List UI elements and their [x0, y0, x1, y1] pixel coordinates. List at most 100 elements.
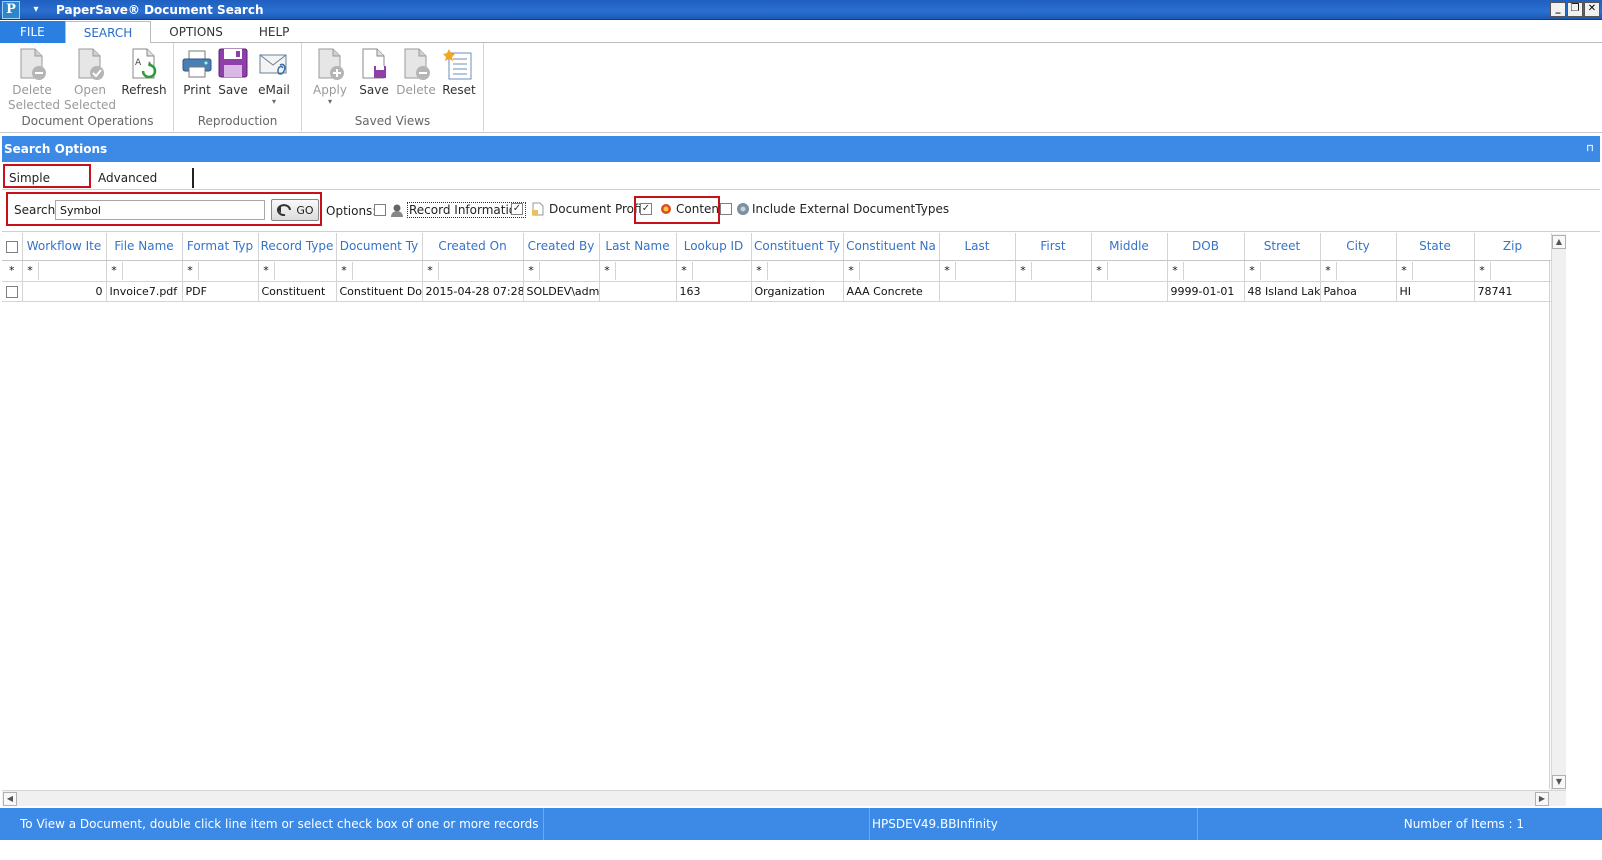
table-cell[interactable]: 48 Island Lake: [1244, 281, 1321, 302]
table-cell[interactable]: AAA Concrete: [843, 281, 940, 302]
filter-operator[interactable]: *: [844, 261, 860, 280]
search-input[interactable]: [55, 200, 265, 220]
filter-cell[interactable]: *: [106, 260, 183, 282]
refresh-button[interactable]: A Refresh: [120, 47, 168, 98]
filter-operator[interactable]: *: [1397, 261, 1413, 280]
delete-view-button[interactable]: Delete: [396, 47, 436, 98]
table-cell[interactable]: [939, 281, 1016, 302]
option-document-profile[interactable]: ✓ Document Profile: [511, 202, 652, 216]
filter-cell[interactable]: *: [843, 260, 940, 282]
column-header[interactable]: Created On: [422, 233, 524, 261]
table-cell[interactable]: 0: [22, 281, 107, 302]
filter-cell[interactable]: *: [523, 260, 600, 282]
app-logo-icon[interactable]: P: [2, 0, 20, 19]
filter-cell[interactable]: *: [1167, 260, 1245, 282]
column-header[interactable]: City: [1320, 233, 1397, 261]
filter-operator[interactable]: *: [1092, 261, 1108, 280]
table-cell[interactable]: Organization: [751, 281, 844, 302]
open-selected-button[interactable]: Open Selected: [64, 47, 116, 113]
filter-operator[interactable]: *: [1245, 261, 1261, 280]
table-cell[interactable]: 9999-01-01: [1167, 281, 1245, 302]
apply-dropdown-icon[interactable]: ▾: [310, 98, 350, 106]
close-button[interactable]: ✕: [1584, 2, 1600, 17]
save-view-button[interactable]: Save: [356, 47, 392, 98]
filter-cell[interactable]: *: [1091, 260, 1168, 282]
filter-operator[interactable]: *: [524, 261, 540, 280]
delete-selected-button[interactable]: Delete Selected: [8, 47, 60, 113]
filter-cell[interactable]: *: [1396, 260, 1475, 282]
filter-operator[interactable]: *: [1168, 261, 1184, 280]
horizontal-scrollbar[interactable]: ◀ ▶: [2, 790, 1566, 806]
scroll-right-icon[interactable]: ▶: [1535, 792, 1549, 806]
filter-cell[interactable]: *: [336, 260, 423, 282]
table-row[interactable]: 0 Invoice7.pdf PDF Constituent Constitue…: [2, 281, 1552, 302]
table-cell[interactable]: [1091, 281, 1168, 302]
filter-operator[interactable]: *: [107, 261, 123, 280]
filter-cell[interactable]: *: [422, 260, 524, 282]
table-cell[interactable]: Pahoa: [1320, 281, 1397, 302]
filter-operator[interactable]: *: [259, 261, 275, 280]
print-button[interactable]: Print: [178, 47, 216, 98]
email-button[interactable]: eMail ▾: [254, 47, 294, 106]
filter-cell[interactable]: *: [1244, 260, 1321, 282]
filter-operator[interactable]: *: [1321, 261, 1337, 280]
column-header[interactable]: Constituent Ty: [751, 233, 844, 261]
column-header[interactable]: Last: [939, 233, 1016, 261]
go-button[interactable]: GO: [271, 199, 319, 221]
filter-cell[interactable]: *: [182, 260, 259, 282]
column-header[interactable]: Lookup ID: [676, 233, 752, 261]
option-content[interactable]: ✓ Content: [640, 202, 724, 216]
quick-access-dropdown-icon[interactable]: ▾: [28, 2, 44, 18]
table-cell[interactable]: Constituent: [258, 281, 337, 302]
tab-simple-search[interactable]: Simple Search: [3, 164, 91, 209]
include-external-checkbox[interactable]: [720, 203, 732, 215]
filter-cell[interactable]: *: [939, 260, 1016, 282]
table-cell[interactable]: Invoice7.pdf: [106, 281, 183, 302]
table-cell[interactable]: SOLDEV\admi: [523, 281, 600, 302]
column-header[interactable]: State: [1396, 233, 1475, 261]
filter-cell[interactable]: *: [599, 260, 677, 282]
table-cell[interactable]: [599, 281, 677, 302]
column-header[interactable]: Record Type: [258, 233, 337, 261]
column-header[interactable]: Workflow Ite: [22, 233, 107, 261]
filter-cell[interactable]: *: [258, 260, 337, 282]
document-profile-checkbox[interactable]: ✓: [511, 203, 523, 215]
minimize-button[interactable]: _: [1550, 2, 1566, 17]
filter-operator[interactable]: *: [600, 261, 616, 280]
tab-help[interactable]: HELP: [241, 21, 308, 43]
row-select-cell[interactable]: [2, 281, 23, 302]
tab-options[interactable]: OPTIONS: [151, 21, 241, 43]
column-header[interactable]: Zip: [1474, 233, 1552, 261]
option-include-external-documenttypes[interactable]: Include External DocumentTypes: [720, 202, 949, 216]
option-record-information[interactable]: Record Information: [374, 202, 526, 218]
filter-operator[interactable]: *: [23, 261, 39, 280]
column-header[interactable]: First: [1015, 233, 1092, 261]
filter-operator[interactable]: *: [940, 261, 956, 280]
column-header[interactable]: Street: [1244, 233, 1321, 261]
filter-cell[interactable]: *: [1015, 260, 1092, 282]
scroll-down-icon[interactable]: ▼: [1552, 775, 1566, 789]
content-checkbox[interactable]: ✓: [640, 203, 652, 215]
table-cell[interactable]: PDF: [182, 281, 259, 302]
table-cell[interactable]: Constituent Doc: [336, 281, 423, 302]
filter-cell[interactable]: *: [1320, 260, 1397, 282]
filter-operator[interactable]: *: [183, 261, 199, 280]
filter-operator[interactable]: *: [337, 261, 353, 280]
scroll-left-icon[interactable]: ◀: [3, 792, 17, 806]
filter-cell[interactable]: *: [22, 260, 107, 282]
column-header[interactable]: Created By: [523, 233, 600, 261]
restore-button[interactable]: ❐: [1567, 2, 1583, 17]
column-header[interactable]: File Name: [106, 233, 183, 261]
filter-cell[interactable]: *: [751, 260, 844, 282]
table-cell[interactable]: HI: [1396, 281, 1475, 302]
filter-operator[interactable]: *: [752, 261, 768, 280]
save-button[interactable]: Save: [216, 47, 250, 98]
column-header[interactable]: DOB: [1167, 233, 1245, 261]
email-dropdown-icon[interactable]: ▾: [254, 98, 294, 106]
filter-operator[interactable]: *: [677, 261, 693, 280]
tab-advanced-search[interactable]: Advanced Search: [94, 168, 194, 205]
column-header[interactable]: Last Name: [599, 233, 677, 261]
apply-view-button[interactable]: Apply ▾: [310, 47, 350, 106]
table-cell[interactable]: [1015, 281, 1092, 302]
scroll-up-icon[interactable]: ▲: [1552, 235, 1566, 249]
